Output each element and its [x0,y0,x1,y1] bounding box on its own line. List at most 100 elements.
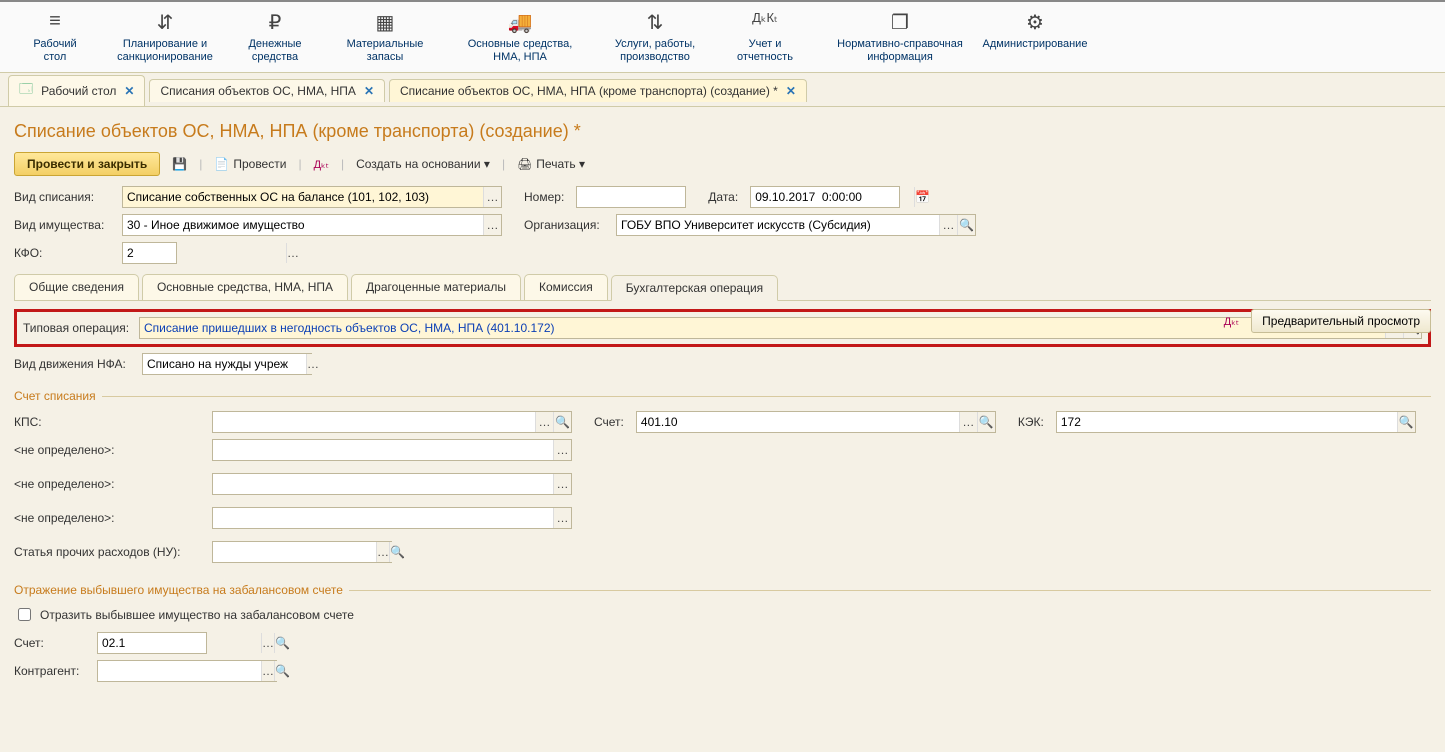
ellipsis-icon[interactable]: … [286,243,299,263]
kps-label: КПС: [14,415,204,429]
offbalance-check-input[interactable] [18,608,31,621]
ellipsis-icon[interactable]: … [306,354,319,374]
grid-icon: ▦ [332,10,438,32]
nd-label-3: <не определено>: [14,511,204,525]
dk-mini-button[interactable]: Дₖₜ [1218,312,1245,331]
save-button[interactable]: 💾 [166,154,193,174]
close-icon[interactable]: ✕ [124,84,134,98]
data-input[interactable]: 📅 [750,186,900,208]
dk-button[interactable]: Дₖₜ [308,155,335,174]
kek-input[interactable]: 🔍 [1056,411,1416,433]
truck-icon: 🚚 [442,10,598,32]
kek-label: КЭК: [1018,415,1044,429]
ellipsis-icon[interactable]: … [553,474,571,494]
nd-input-2[interactable]: … [212,473,572,495]
ellipsis-icon[interactable]: … [376,542,389,562]
toolbar: Провести и закрыть 💾 | 📄Провести | Дₖₜ |… [14,152,1431,176]
kontr-label: Контрагент: [14,664,89,678]
search-icon[interactable]: 🔍 [957,215,975,235]
nd-input-3[interactable]: … [212,507,572,529]
nav-reference[interactable]: ❐Нормативно-справочнаяинформация [820,6,980,66]
ellipsis-icon[interactable]: … [483,187,501,207]
schet-label: Счет: [594,415,624,429]
ellipsis-icon[interactable]: … [261,661,274,681]
tab-desktop[interactable]: 🗔 Рабочий стол ✕ [8,75,145,106]
nav-stock[interactable]: ▦Материальныезапасы [330,6,440,66]
document-tabs: 🗔 Рабочий стол ✕ Списания объектов ОС, Н… [0,73,1445,107]
offbalance-checkbox[interactable]: Отразить выбывшее имущество на забалансо… [14,605,1431,624]
vid-spisaniya-input[interactable]: … [122,186,502,208]
printer-icon: 🖨 [517,157,532,171]
nd-label-1: <не определено>: [14,443,204,457]
ellipsis-icon[interactable]: … [959,412,977,432]
subtab-assets[interactable]: Основные средства, НМА, НПА [142,274,348,300]
nav-services[interactable]: ⇅Услуги, работы,производство [600,6,710,66]
kfo-input[interactable]: … [122,242,177,264]
schet-input[interactable]: …🔍 [636,411,996,433]
content: Списание объектов ОС, НМА, НПА (кроме тр… [0,107,1445,698]
preview-button[interactable]: Предварительный просмотр [1251,309,1431,333]
print-button[interactable]: 🖨Печать ▾ [511,154,591,174]
subtab-general[interactable]: Общие сведения [14,274,139,300]
search-icon[interactable]: 🔍 [1397,412,1415,432]
ellipsis-icon[interactable]: … [553,508,571,528]
subtab-accounting-op[interactable]: Бухгалтерская операция [611,275,778,301]
tab-label: Списания объектов ОС, НМА, НПА [160,84,355,98]
nav-planning[interactable]: ⇵Планирование исанкционирование [110,6,220,66]
desktop-icon: 🗔 [19,80,33,102]
stat-input[interactable]: …🔍 [212,541,392,563]
subtab-precious[interactable]: Драгоценные материалы [351,274,521,300]
top-nav: ≡Рабочийстол ⇵Планирование исанкциониров… [0,0,1445,73]
post-button[interactable]: 📄Провести [208,154,292,174]
ellipsis-icon[interactable]: … [261,633,274,653]
search-icon[interactable]: 🔍 [553,412,571,432]
chart-icon: ⇵ [112,10,218,32]
close-icon[interactable]: ✕ [786,84,796,98]
page-title: Списание объектов ОС, НМА, НПА (кроме тр… [14,121,1431,142]
ellipsis-icon[interactable]: … [553,440,571,460]
menu-icon: ≡ [2,10,108,32]
group-schet-spisaniya: Счет списания [14,389,1431,403]
dk-icon: ДₖКₜ [712,10,818,32]
schet2-input[interactable]: …🔍 [97,632,207,654]
tab-label: Списание объектов ОС, НМА, НПА (кроме тр… [400,84,778,98]
kps-input[interactable]: …🔍 [212,411,572,433]
subtabs: Общие сведения Основные средства, НМА, Н… [14,274,1431,300]
ellipsis-icon[interactable]: … [939,215,957,235]
slider-icon: ⇅ [602,10,708,32]
schet2-label: Счет: [14,636,89,650]
gear-icon: ⚙ [982,10,1088,32]
search-icon[interactable]: 🔍 [274,633,290,653]
kontr-input[interactable]: …🔍 [97,660,277,682]
calendar-icon[interactable]: 📅 [914,187,930,207]
post-and-close-button[interactable]: Провести и закрыть [14,152,160,176]
vid-spisaniya-label: Вид списания: [14,190,114,204]
nav-admin[interactable]: ⚙Администрирование [980,6,1090,66]
create-based-button[interactable]: Создать на основании ▾ [350,154,496,174]
subtab-commission[interactable]: Комиссия [524,274,608,300]
vid-im-input[interactable]: … [122,214,502,236]
nav-accounting[interactable]: ДₖКₜУчет иотчетность [710,6,820,66]
vid-dvizh-input[interactable]: … [142,353,312,375]
ellipsis-icon[interactable]: … [483,215,501,235]
nav-desktop[interactable]: ≡Рабочийстол [0,6,110,66]
search-icon[interactable]: 🔍 [977,412,995,432]
close-icon[interactable]: ✕ [364,84,374,98]
ellipsis-icon[interactable]: … [535,412,553,432]
ruble-icon: ₽ [222,10,328,32]
search-icon[interactable]: 🔍 [274,661,290,681]
tab-current[interactable]: Списание объектов ОС, НМА, НПА (кроме тр… [389,79,807,102]
nd-label-2: <не определено>: [14,477,204,491]
search-icon[interactable]: 🔍 [389,542,405,562]
nomer-input[interactable] [576,186,686,208]
nd-input-1[interactable]: … [212,439,572,461]
nav-money[interactable]: ₽Денежныесредства [220,6,330,66]
post-icon: 📄 [214,157,229,171]
tab-label: Рабочий стол [41,84,116,98]
org-input[interactable]: … 🔍 [616,214,976,236]
nav-assets[interactable]: 🚚Основные средства,НМА, НПА [440,6,600,66]
save-icon: 💾 [172,157,187,171]
org-label: Организация: [524,218,604,232]
nomer-label: Номер: [524,190,564,204]
tab-list[interactable]: Списания объектов ОС, НМА, НПА ✕ [149,79,385,102]
